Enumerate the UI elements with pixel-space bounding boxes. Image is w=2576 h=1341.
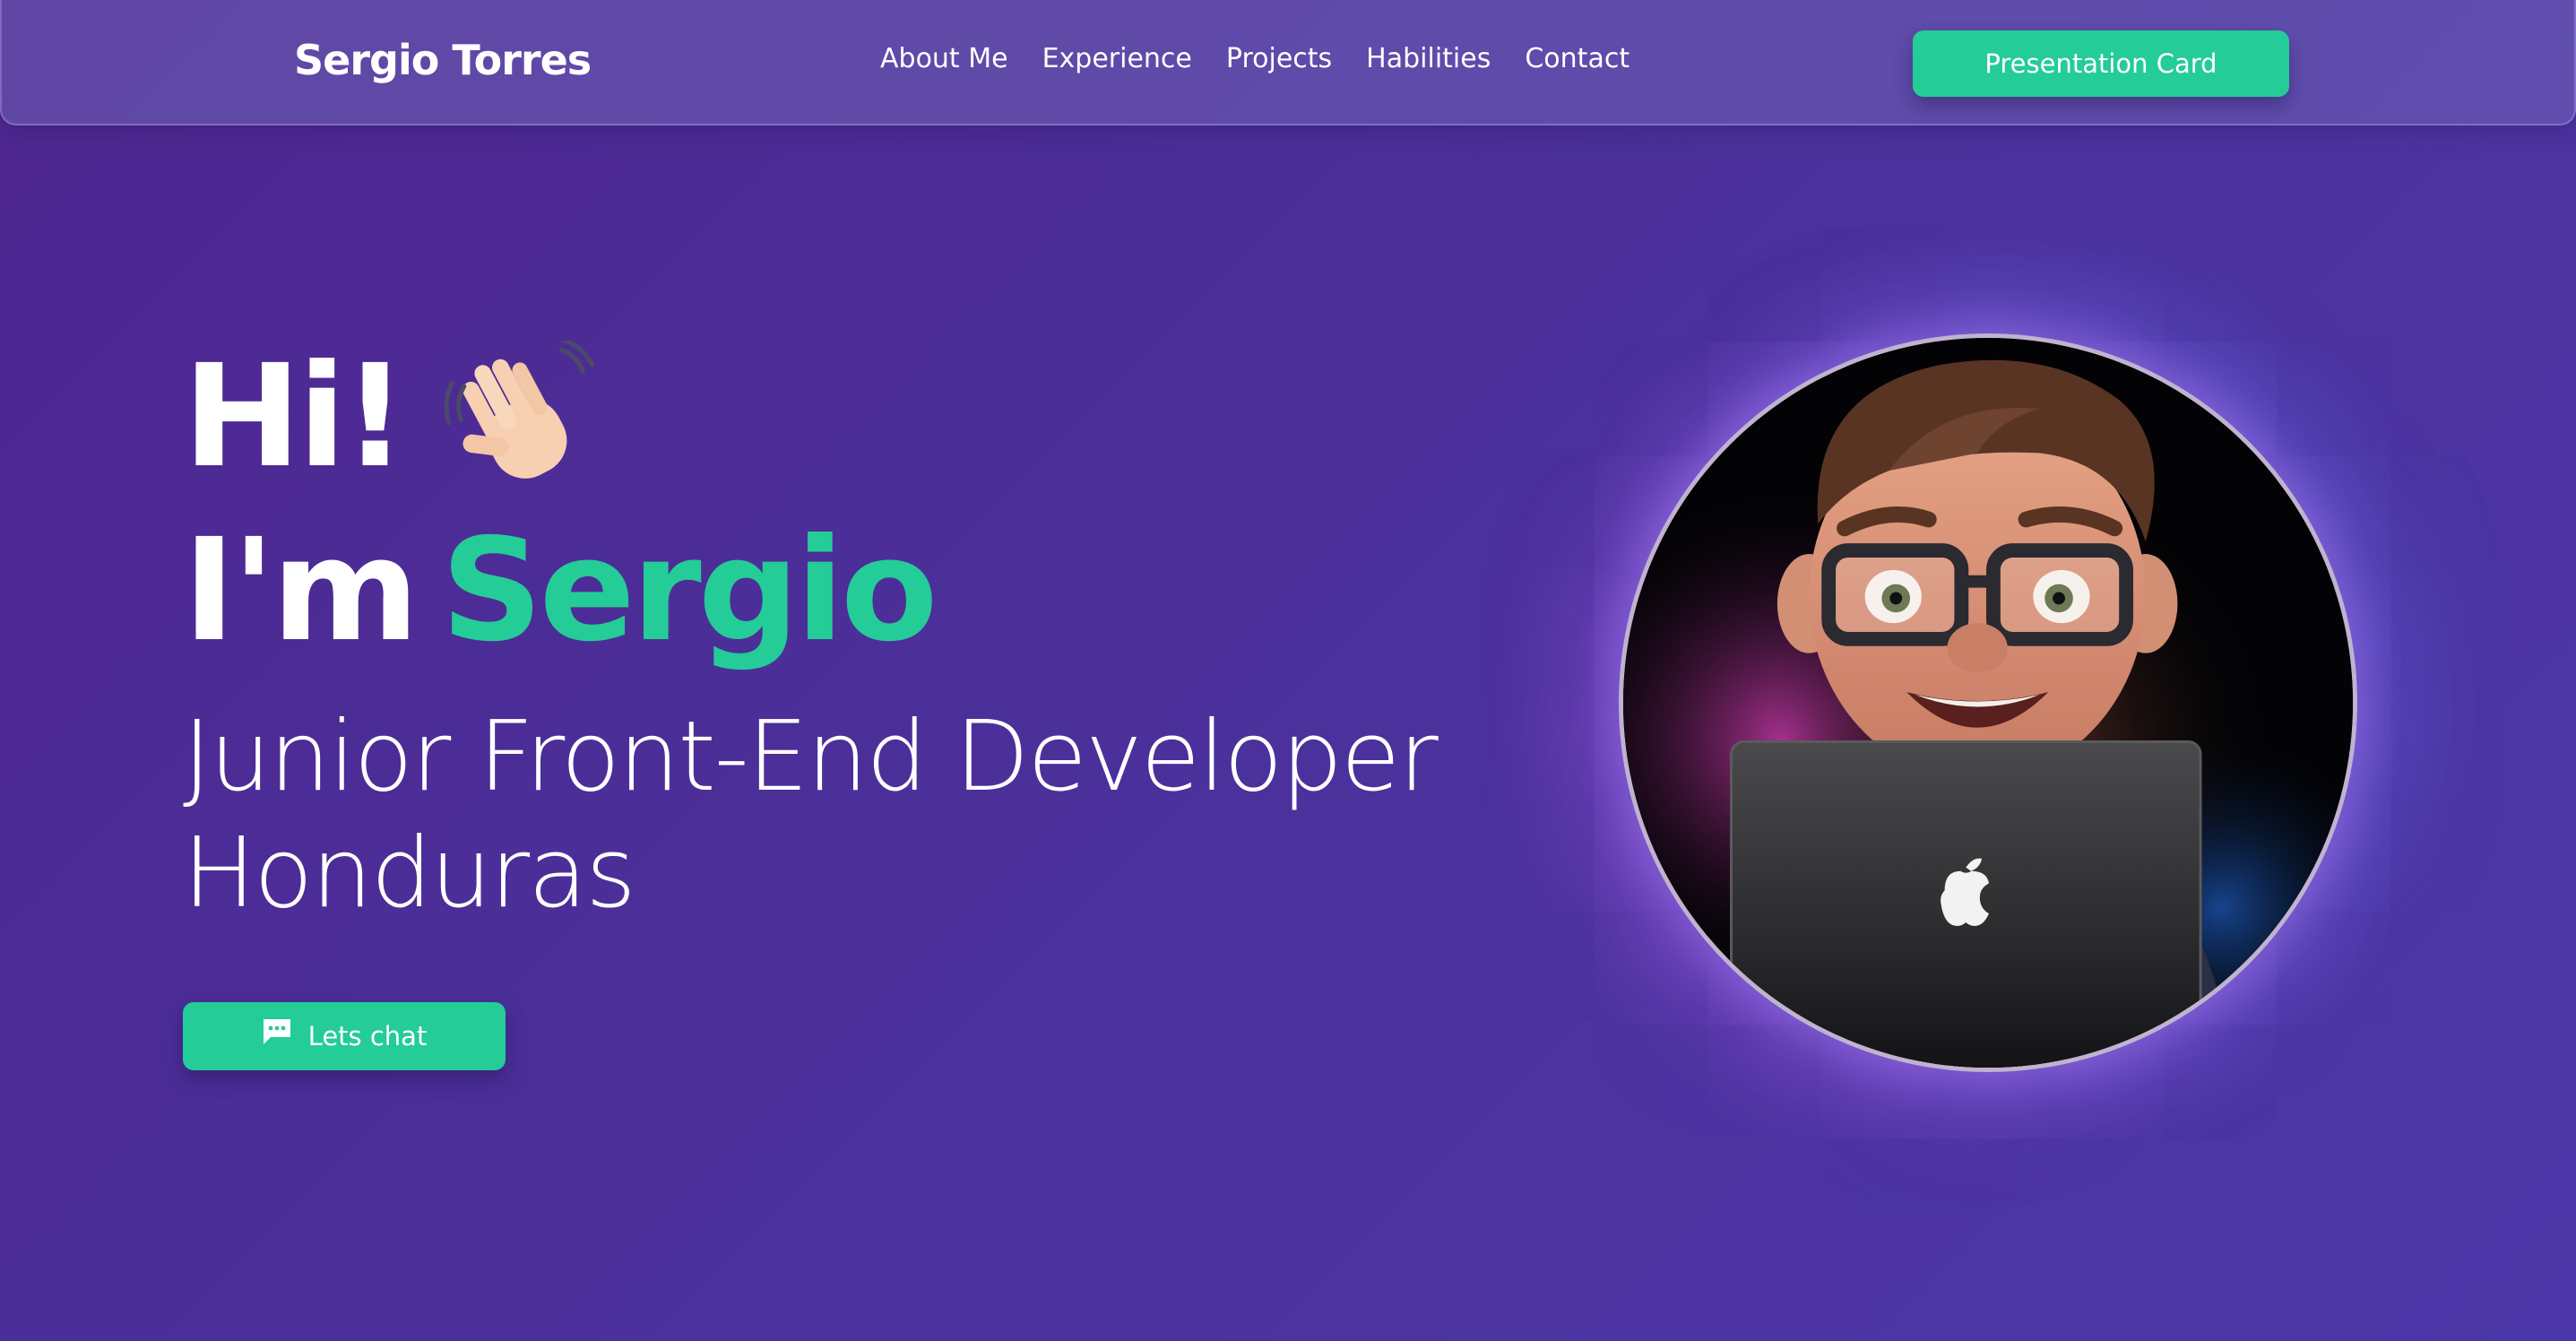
avatar-frame <box>1619 333 2357 1072</box>
intro-text: I'm <box>183 508 419 673</box>
brand-logo[interactable]: Sergio Torres <box>294 36 592 84</box>
nav-links: About Me Experience Projects Habilities … <box>880 43 1629 74</box>
role-location: Honduras <box>183 817 636 930</box>
role-title: Junior Front-End Developer <box>183 701 1439 813</box>
nav-link-contact[interactable]: Contact <box>1525 43 1629 74</box>
lets-chat-label: Lets chat <box>307 1021 428 1051</box>
hero-greeting: Hi! <box>183 341 595 493</box>
hero-name-line: I'm Sergio <box>183 520 938 662</box>
lets-chat-button[interactable]: Lets chat <box>183 1002 506 1070</box>
nav-link-experience[interactable]: Experience <box>1042 43 1192 74</box>
nav-link-about-me[interactable]: About Me <box>880 43 1008 74</box>
nav-link-projects[interactable]: Projects <box>1226 43 1332 74</box>
presentation-card-button[interactable]: Presentation Card <box>1913 30 2289 97</box>
waving-hand-icon <box>444 341 595 479</box>
memoji-avatar <box>1623 338 2353 1068</box>
name-highlight: Sergio <box>440 508 938 673</box>
nav-link-habilities[interactable]: Habilities <box>1366 43 1491 74</box>
chat-bubble-icon <box>263 1019 290 1044</box>
navbar: Sergio Torres About Me Experience Projec… <box>0 0 2576 125</box>
hero-role: Junior Front-End Developer Honduras <box>183 699 1439 931</box>
avatar <box>1619 333 2357 1072</box>
greeting-text: Hi! <box>183 334 407 499</box>
